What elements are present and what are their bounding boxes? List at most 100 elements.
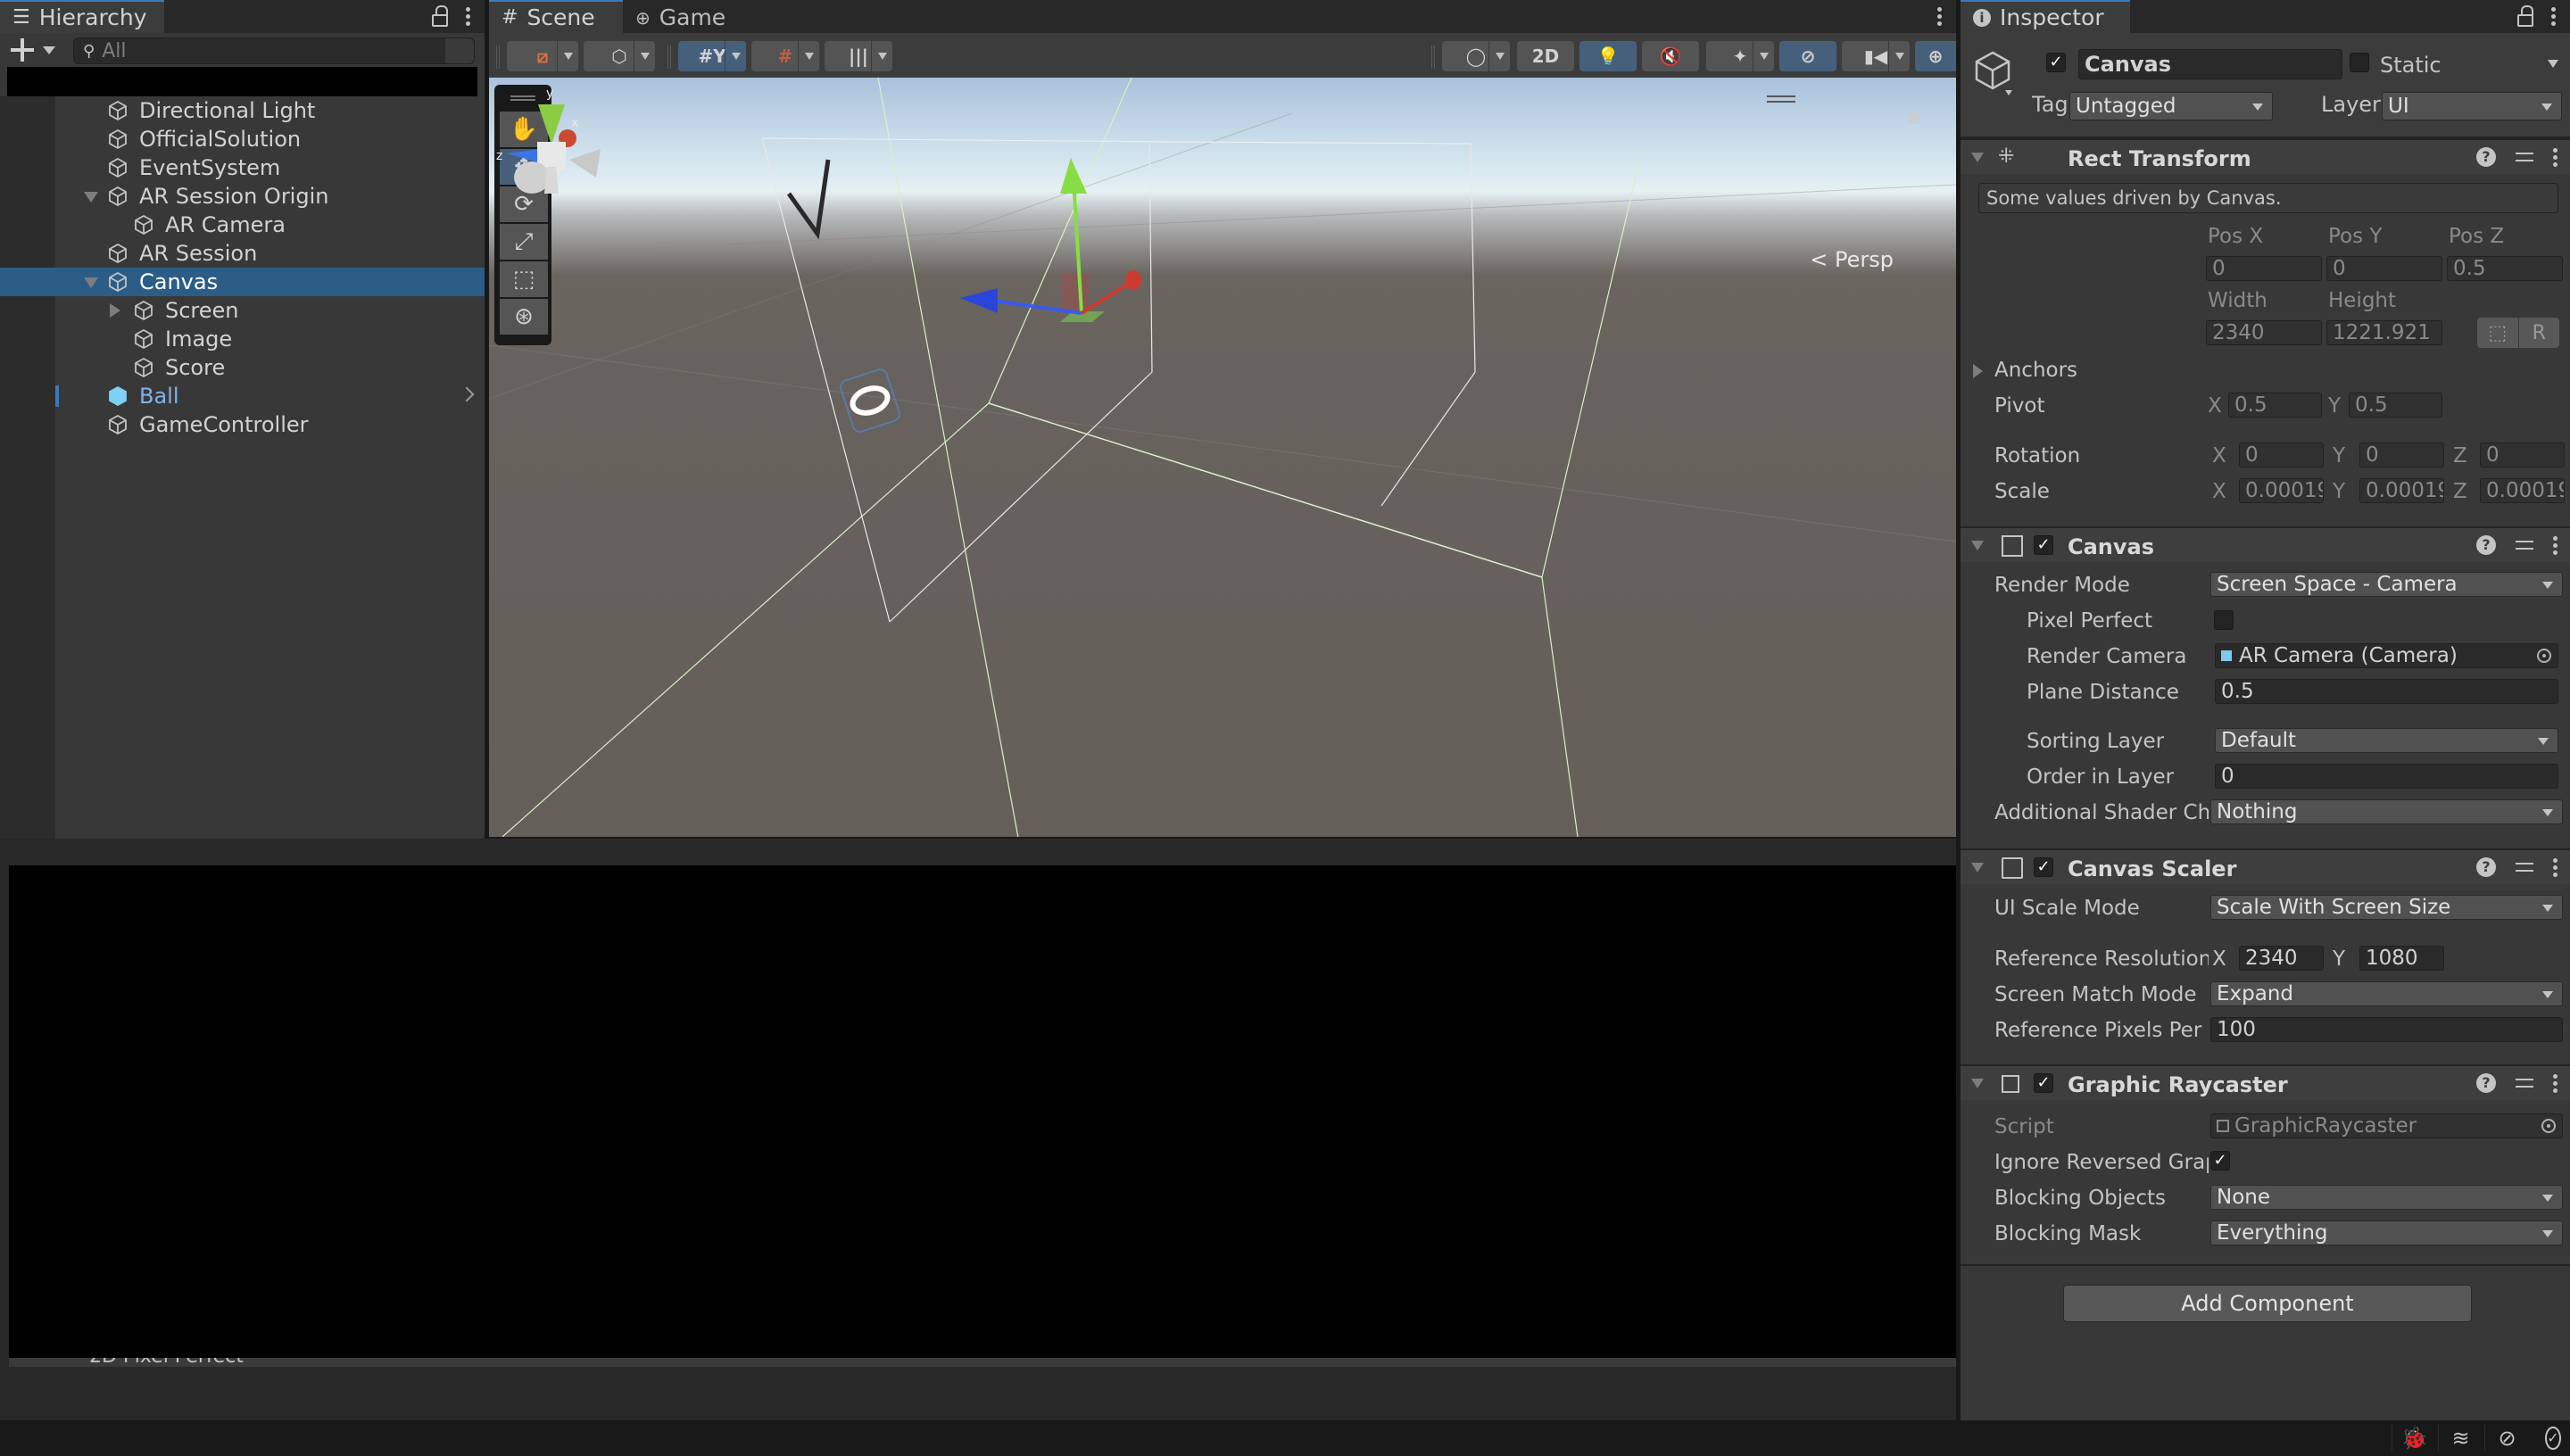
hierarchy-item[interactable]: Directional Light: [0, 96, 485, 125]
add-component-button[interactable]: Add Component: [2063, 1285, 2472, 1322]
gameobject-cube-icon[interactable]: [1973, 49, 2012, 95]
height-field[interactable]: 1221.921: [2326, 320, 2442, 345]
static-dropdown-icon[interactable]: [2548, 60, 2558, 68]
fold-arrow-icon[interactable]: [1971, 541, 1984, 550]
lock-icon[interactable]: [432, 4, 448, 27]
rect-transform-header[interactable]: ⁜ Rect Transform ?: [1961, 138, 2570, 174]
toolbar-grip[interactable]: [496, 46, 500, 69]
help-icon[interactable]: ?: [2476, 1073, 2496, 1093]
open-prefab-chevron-icon[interactable]: [459, 386, 475, 402]
hierarchy-item[interactable]: Screen: [0, 296, 485, 325]
blocking-objects-dropdown[interactable]: None: [2210, 1185, 2563, 1210]
canvas-scaler-enabled-checkbox[interactable]: ✓: [2034, 857, 2053, 877]
pos-x-field[interactable]: 0: [2206, 256, 2322, 281]
tag-dropdown[interactable]: Untagged: [2069, 92, 2273, 120]
reference-ppu-field[interactable]: 100: [2210, 1017, 2563, 1042]
scale-z-field[interactable]: 0.00019: [2480, 478, 2565, 503]
script-field[interactable]: GraphicRaycaster: [2210, 1113, 2563, 1138]
projection-toggle[interactable]: < Persp: [1810, 247, 1894, 272]
hierarchy-item[interactable]: Image: [0, 325, 485, 353]
render-mode-button[interactable]: ⬡: [584, 41, 655, 71]
search-options-button[interactable]: [445, 38, 474, 63]
object-picker-icon[interactable]: [2535, 1114, 2562, 1138]
ui-scale-mode-dropdown[interactable]: Scale With Screen Size: [2210, 895, 2563, 920]
pos-y-field[interactable]: 0: [2326, 256, 2442, 281]
draw-mode-button[interactable]: ⧄: [507, 41, 578, 71]
presets-icon[interactable]: [2516, 536, 2533, 554]
lock-icon[interactable]: [2517, 4, 2533, 27]
toolbar-grip[interactable]: [1431, 46, 1435, 69]
help-icon[interactable]: ?: [2476, 147, 2496, 167]
layer-dropdown[interactable]: UI: [2382, 92, 2562, 120]
pixel-perfect-checkbox[interactable]: [2214, 610, 2234, 630]
anchors-label[interactable]: Anchors: [1994, 359, 2077, 382]
create-dropdown-icon[interactable]: [43, 46, 55, 54]
hierarchy-item[interactable]: EventSystem: [0, 153, 485, 182]
static-checkbox[interactable]: [2350, 53, 2369, 72]
scale-x-field[interactable]: 0.00019: [2239, 478, 2324, 503]
scene-camera-button[interactable]: ▮◀: [1842, 41, 1910, 71]
more-options-icon[interactable]: [1937, 7, 1942, 26]
presets-icon[interactable]: [2516, 148, 2533, 166]
cache-disabled-icon[interactable]: ≋: [2438, 1425, 2470, 1452]
graphic-raycaster-enabled-checkbox[interactable]: ✓: [2034, 1073, 2053, 1093]
folder-item-partial[interactable]: 2D Pixel Perfect: [89, 1358, 244, 1367]
collapse-arrow-icon[interactable]: [110, 303, 120, 318]
rect-tool-button[interactable]: ⬚: [500, 261, 548, 297]
component-menu-icon[interactable]: [2553, 857, 2558, 877]
gizmo-lock-icon[interactable]: [1908, 112, 1920, 124]
render-camera-field[interactable]: AR Camera (Camera): [2215, 643, 2558, 668]
fold-arrow-icon[interactable]: [1971, 1079, 1984, 1088]
help-icon[interactable]: ?: [2476, 857, 2496, 877]
create-button[interactable]: [11, 38, 34, 62]
audio-toggle-button[interactable]: 🔇: [1642, 41, 1699, 71]
gizmos-button[interactable]: ⊕: [1915, 41, 1956, 71]
scale-y-field[interactable]: 0.00019: [2359, 478, 2444, 503]
canvas-scaler-header[interactable]: ✓ Canvas Scaler ?: [1961, 848, 2570, 884]
tab-game[interactable]: ⊕ Game: [623, 0, 748, 33]
component-menu-icon[interactable]: [2553, 147, 2558, 167]
scene-visibility-button[interactable]: ⊘: [1779, 41, 1836, 71]
pos-z-field[interactable]: 0.5: [2447, 256, 2563, 281]
shader-channels-dropdown[interactable]: Nothing: [2210, 799, 2563, 824]
component-menu-icon[interactable]: [2553, 535, 2558, 555]
toggle-2d-button[interactable]: 2D: [1517, 41, 1574, 71]
tab-hierarchy[interactable]: ☰ Hierarchy: [0, 0, 164, 33]
gameobject-name-input[interactable]: Canvas: [2078, 49, 2342, 79]
fold-arrow-icon[interactable]: [1971, 863, 1984, 873]
toolbar-grip[interactable]: [667, 46, 671, 69]
grid-snap-button[interactable]: #: [751, 41, 819, 71]
fold-arrow-icon[interactable]: [1971, 153, 1984, 162]
orientation-gizmo[interactable]: y x z: [489, 78, 614, 203]
canvas-component-header[interactable]: ✓ Canvas ?: [1961, 526, 2570, 562]
more-options-icon[interactable]: [2551, 7, 2556, 26]
raw-edit-button[interactable]: R: [2519, 318, 2560, 348]
debugger-disabled-icon[interactable]: 🐞: [2392, 1425, 2427, 1452]
component-menu-icon[interactable]: [2553, 1073, 2558, 1093]
sorting-layer-dropdown[interactable]: Default: [2215, 728, 2558, 753]
blocking-mask-dropdown[interactable]: Everything: [2210, 1220, 2563, 1245]
rotation-x-field[interactable]: 0: [2239, 443, 2324, 467]
hierarchy-search-input[interactable]: ⚲ All: [73, 37, 475, 64]
shading-mode-button[interactable]: ◯: [1442, 41, 1510, 71]
increment-snap-button[interactable]: |||: [825, 41, 892, 71]
order-in-layer-field[interactable]: 0: [2215, 764, 2558, 789]
expand-arrow-icon[interactable]: [84, 192, 98, 203]
ignore-reversed-checkbox[interactable]: ✓: [2210, 1151, 2230, 1171]
render-mode-dropdown[interactable]: Screen Space - Camera: [2210, 572, 2563, 597]
grid-visibility-button[interactable]: #Y: [678, 41, 746, 71]
lighting-toggle-button[interactable]: 💡: [1579, 41, 1637, 71]
hierarchy-item[interactable]: AR Camera: [0, 211, 485, 239]
hierarchy-item[interactable]: Ball: [0, 382, 485, 410]
plane-distance-field[interactable]: 0.5: [2215, 679, 2558, 704]
graphic-raycaster-header[interactable]: ✓ Graphic Raycaster ?: [1961, 1064, 2570, 1100]
pivot-y-field[interactable]: 0.5: [2349, 393, 2442, 418]
screen-match-mode-dropdown[interactable]: Expand: [2210, 981, 2563, 1006]
hierarchy-item[interactable]: Canvas: [0, 268, 485, 296]
gameobject-active-checkbox[interactable]: ✓: [2046, 53, 2066, 72]
anchors-fold-icon[interactable]: [1973, 364, 1983, 378]
check-circle-icon[interactable]: ✓: [2531, 1425, 2561, 1452]
expand-arrow-icon[interactable]: [84, 277, 98, 288]
hierarchy-item[interactable]: GameController: [0, 410, 485, 439]
reference-resolution-y-field[interactable]: 1080: [2359, 946, 2444, 971]
